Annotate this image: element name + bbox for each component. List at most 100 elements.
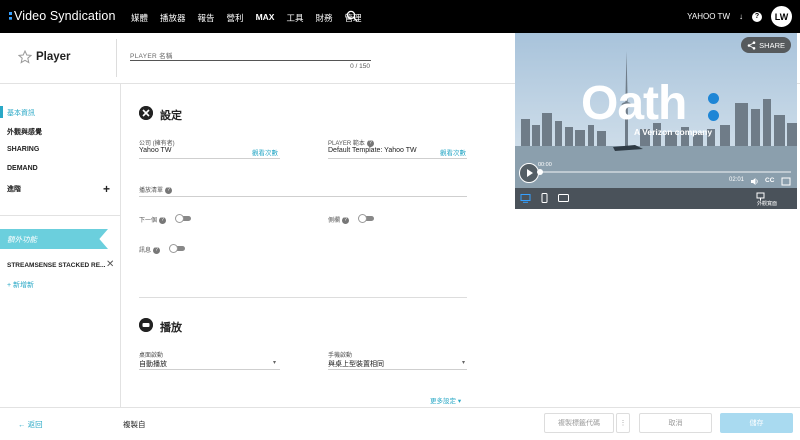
addons-ribbon: 額外功能 <box>0 229 108 249</box>
playlist-input[interactable] <box>139 196 467 197</box>
next-toggle[interactable] <box>175 214 191 223</box>
search-icon[interactable] <box>346 10 358 22</box>
favorite-star-icon[interactable] <box>18 50 32 64</box>
seek-handle[interactable] <box>537 169 543 175</box>
nav-item-players[interactable]: 播放器 <box>160 12 186 24</box>
expand-advanced-icon[interactable]: + <box>103 182 110 196</box>
playlist-label-row: 播放清單? <box>139 185 173 194</box>
settings-section-title: 設定 <box>160 110 182 122</box>
player-name-label: PLAYER 名稱 <box>130 53 173 60</box>
seek-bar[interactable] <box>539 171 791 173</box>
next-label-row: 下一個? <box>139 215 167 224</box>
addon-item[interactable]: STREAMSENSE STACKED RE... <box>7 262 105 269</box>
share-label: SHARE <box>759 40 785 50</box>
sidebar-toggle[interactable] <box>358 214 374 223</box>
account-caret-icon[interactable]: ↓ <box>739 12 743 21</box>
desktop-start-label: 桌面啟動 <box>139 353 164 359</box>
company-label: 公司 (擁有者) <box>139 141 175 147</box>
share-button[interactable]: SHARE <box>741 37 791 53</box>
help-icon[interactable]: ? <box>752 11 762 22</box>
more-settings-label: 更多設定 <box>430 398 456 405</box>
cancel-button[interactable]: 取消 <box>639 413 712 433</box>
desktop-preview-icon[interactable] <box>520 194 531 203</box>
nav-item-tools[interactable]: 工具 <box>286 12 303 24</box>
sidebar-item-look-and-feel[interactable]: 外觀與感覺 <box>7 127 42 137</box>
sidebar-item-demand[interactable]: DEMAND <box>7 165 38 172</box>
mobile-start-caret-icon[interactable]: ▾ <box>462 359 465 366</box>
mobile-start-underline <box>328 369 467 370</box>
playback-section-title: 播放 <box>160 322 182 334</box>
copy-from-label[interactable]: 複製自 <box>123 419 146 430</box>
player-name-char-count: 0 / 150 <box>350 63 370 70</box>
message-label-row: 訊息? <box>139 245 161 254</box>
template-value[interactable]: Default Template: Yahoo TW <box>328 147 417 154</box>
more-options-button[interactable]: ⋮ <box>616 413 630 433</box>
sidebar-item-basic-info[interactable]: 基本資訊 <box>7 108 35 118</box>
sidebar-toggle-label: 側欄 <box>328 218 341 224</box>
oath-logo-dot-icon <box>708 93 719 104</box>
avatar[interactable]: LW <box>771 6 792 27</box>
message-label: 訊息 <box>139 248 152 254</box>
tablet-preview-icon[interactable] <box>558 194 569 202</box>
oath-logo: Oath A Verizon company <box>581 79 731 139</box>
nav-item-media[interactable]: 媒體 <box>131 12 148 24</box>
sidebar-item-sharing[interactable]: SHARING <box>7 146 39 153</box>
closed-captions-button[interactable]: CC <box>765 177 774 184</box>
volume-icon[interactable] <box>750 177 759 186</box>
save-button[interactable]: 儲存 <box>720 413 793 433</box>
playlist-label: 播放清單 <box>139 188 164 194</box>
sidebar-toggle-label-row: 側欄? <box>328 215 350 224</box>
playlist-help-icon[interactable]: ? <box>165 186 173 194</box>
next-label: 下一個 <box>139 218 158 224</box>
template-views-link[interactable]: 觀看次數 <box>440 147 466 157</box>
template-field-underline <box>328 158 467 159</box>
play-icon <box>526 168 533 177</box>
chevron-down-icon: ▾ <box>457 398 462 405</box>
message-toggle[interactable] <box>169 244 185 253</box>
next-help-icon[interactable]: ? <box>159 216 167 224</box>
play-button[interactable] <box>519 163 539 183</box>
sidebar-help-icon[interactable]: ? <box>342 216 350 224</box>
desktop-start-caret-icon[interactable]: ▾ <box>273 359 276 366</box>
mobile-preview-icon[interactable] <box>541 193 548 203</box>
nav-item-reports[interactable]: 報告 <box>198 12 215 24</box>
section-divider <box>139 297 467 298</box>
template-help-icon[interactable]: ? <box>366 139 374 147</box>
player-preview: Oath A Verizon company SHARE 00:00 02:01… <box>515 33 797 209</box>
oath-tagline: A Verizon company <box>634 127 713 137</box>
nav-item-finance[interactable]: 財務 <box>315 12 332 24</box>
message-help-icon[interactable]: ? <box>153 246 161 254</box>
add-new-addon-link[interactable]: + 新增新 <box>7 280 34 290</box>
nav-item-max[interactable]: MAX <box>256 12 275 24</box>
oath-logo-text: Oath <box>581 77 687 130</box>
company-value: Yahoo TW <box>139 147 172 154</box>
company-field-underline <box>139 158 280 159</box>
brand-mark-icon <box>9 12 12 20</box>
brand-logo[interactable]: Video Syndication <box>9 9 116 23</box>
template-label-row: PLAYER 範本? <box>328 138 374 147</box>
player-name-input[interactable] <box>130 60 371 61</box>
brand-name: Video Syndication <box>14 9 116 23</box>
desktop-start-underline <box>139 369 280 370</box>
settings-tools-icon <box>139 106 153 120</box>
device-preview-bar: 外觀寬面 <box>515 188 797 209</box>
sidebar-item-advanced[interactable]: 進階 <box>7 184 21 194</box>
sidebar-divider <box>0 215 121 216</box>
top-nav-bar: Video Syndication 媒體 播放器 報告 營利 MAX 工具 財務… <box>0 0 800 33</box>
remove-addon-icon[interactable]: ✕ <box>106 259 114 270</box>
header-divider <box>116 39 117 77</box>
external-preview-label[interactable]: 外觀寬面 <box>757 200 777 207</box>
nav-item-monetization[interactable]: 營利 <box>227 12 244 24</box>
sidebar: 基本資訊 外觀與感覺 SHARING DEMAND 進階 + 額外功能 STRE… <box>0 84 121 407</box>
playback-icon <box>139 318 153 332</box>
copy-embed-code-button[interactable]: 複製標籤代碼 <box>544 413 614 433</box>
company-views-link[interactable]: 觀看次數 <box>252 147 278 157</box>
back-link[interactable]: ← 返回 <box>18 419 43 430</box>
fullscreen-icon[interactable] <box>781 177 791 186</box>
more-settings-link[interactable]: 更多設定 ▾ <box>430 395 461 405</box>
page-title: Player <box>36 51 71 63</box>
sidebar-active-indicator <box>0 106 3 118</box>
desktop-start-select[interactable]: 自動播放 <box>139 359 167 369</box>
mobile-start-select[interactable]: 與桌上型裝置相同 <box>328 359 384 369</box>
account-name[interactable]: YAHOO TW <box>687 12 730 21</box>
